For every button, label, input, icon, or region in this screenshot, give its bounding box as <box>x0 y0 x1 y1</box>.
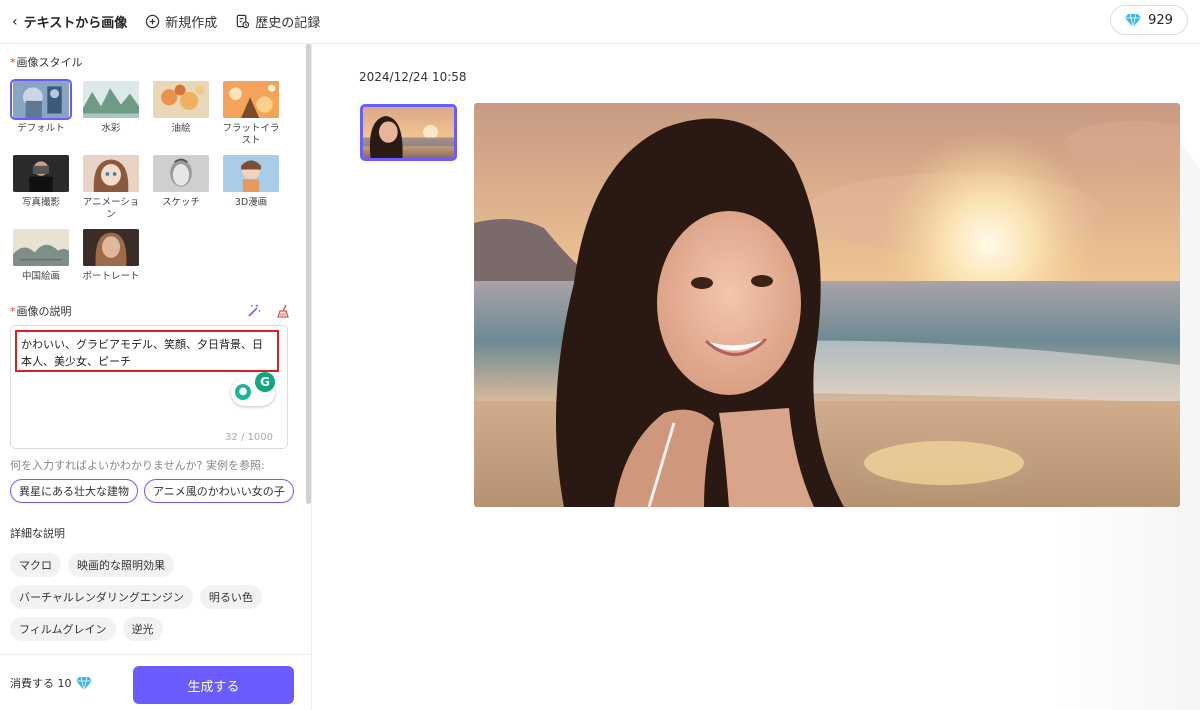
style-name: スケッチ <box>161 197 200 208</box>
detail-section-label: 詳細な説明 <box>10 527 65 540</box>
style-thumb-portrait-image <box>83 229 139 266</box>
style-name: 水彩 <box>101 123 121 134</box>
style-thumb <box>80 79 142 120</box>
style-thumb <box>150 79 212 120</box>
example-chip[interactable]: アニメ風のかわいい女の子 <box>144 479 294 503</box>
thumbnail-image <box>363 107 454 158</box>
history-button[interactable]: 歴史の記録 <box>235 12 320 31</box>
style-thumb-watercolor-image <box>83 81 139 118</box>
diamond-icon <box>1125 13 1142 27</box>
result-image[interactable] <box>474 103 1180 507</box>
result-area: 2024/12/24 10:58 <box>312 44 1200 710</box>
broom-icon[interactable] <box>276 303 292 319</box>
detail-tag[interactable]: マクロ <box>10 553 61 577</box>
grammarly-icon: G <box>255 372 275 392</box>
example-hint: 何を入力すればよいかわかりませんか? 実例を参照: <box>10 459 265 472</box>
top-bar: ‹ テキストから画像 新規作成 歴史の記録 929 <box>0 0 1200 44</box>
detail-tag[interactable]: フィルムグレイン <box>10 617 116 641</box>
history-label: 歴史の記録 <box>255 16 321 31</box>
detail-tag-list: マクロ 映画的な照明効果 バーチャルレンダリングエンジン 明るい色 フィルムグレ… <box>10 553 295 641</box>
style-option-default[interactable]: デフォルト <box>10 79 72 147</box>
diamond-icon <box>75 676 92 690</box>
style-thumb <box>220 79 282 120</box>
style-thumb-anime-image <box>83 155 139 192</box>
style-thumb-flat-image <box>223 81 279 118</box>
style-thumb-photo-image <box>13 155 69 192</box>
cost-info: 消費する 10 <box>10 675 92 691</box>
style-thumb-default-image <box>13 81 69 118</box>
new-create-label: 新規作成 <box>165 16 218 31</box>
style-thumb <box>80 227 142 268</box>
lightbulb-icon: ● <box>235 384 251 400</box>
style-name: デフォルト <box>17 123 65 134</box>
style-grid: デフォルト 水彩 油絵 フラットイラスト 写真撮影 アニメーション スケッチ 3… <box>10 79 296 295</box>
chevron-left-icon: ‹ <box>12 13 18 30</box>
style-thumb-3d-image <box>223 155 279 192</box>
detail-tag[interactable]: バーチャルレンダリングエンジン <box>10 585 193 609</box>
required-mark: * <box>10 304 16 318</box>
description-header: * 画像の説明 <box>10 303 296 319</box>
style-thumb <box>10 79 72 120</box>
style-option-3d[interactable]: 3D漫画 <box>220 153 282 221</box>
settings-scroll-area[interactable]: * 画像スタイル デフォルト 水彩 油絵 フラットイラスト 写真撮影 アニメーシ… <box>0 44 306 654</box>
result-thumbnail[interactable] <box>360 104 457 161</box>
cost-label: 消費する 10 <box>10 676 72 690</box>
history-doc-icon <box>236 14 250 29</box>
settings-panel: * 画像スタイル デフォルト 水彩 油絵 フラットイラスト 写真撮影 アニメーシ… <box>0 44 312 710</box>
credits-badge[interactable]: 929 <box>1110 5 1188 35</box>
description-textarea[interactable]: かわいい、グラビアモデル、笑顔、夕日背景、日本人、美少女、ピーチ ● G 32 … <box>10 325 288 449</box>
style-name: アニメーション <box>82 197 140 220</box>
style-option-watercolor[interactable]: 水彩 <box>80 79 142 147</box>
style-name: 3D漫画 <box>234 197 268 208</box>
result-timestamp: 2024/12/24 10:58 <box>359 70 467 84</box>
grammarly-widget[interactable]: ● G <box>231 372 275 406</box>
panel-scrollbar[interactable] <box>306 44 311 504</box>
description-tools <box>246 303 292 319</box>
style-option-anime[interactable]: アニメーション <box>80 153 142 221</box>
style-option-flat[interactable]: フラットイラスト <box>220 79 282 147</box>
style-option-photo[interactable]: 写真撮影 <box>10 153 72 221</box>
style-name: ポートレート <box>82 271 140 282</box>
generated-image <box>474 103 1180 507</box>
prompt-text[interactable]: かわいい、グラビアモデル、笑顔、夕日背景、日本人、美少女、ピーチ <box>15 330 279 372</box>
style-name: フラットイラスト <box>222 123 280 146</box>
style-thumb <box>10 153 72 194</box>
generate-footer: 消費する 10 生成する <box>0 654 311 710</box>
style-thumb <box>10 227 72 268</box>
detail-tag[interactable]: 逆光 <box>122 617 163 641</box>
plus-circle-icon <box>146 14 160 29</box>
example-list: 異星にある壮大な建物 アニメ風のかわいい女の子 <box>10 479 296 503</box>
style-option-sketch[interactable]: スケッチ <box>150 153 212 221</box>
style-thumb-oil-image <box>153 81 209 118</box>
detail-tag[interactable]: 映画的な照明効果 <box>68 553 174 577</box>
style-name: 中国絵画 <box>21 271 60 282</box>
style-thumb-chinese-image <box>13 229 69 266</box>
magic-wand-icon[interactable] <box>246 303 262 319</box>
page-title: テキストから画像 <box>23 16 128 31</box>
style-name: 油絵 <box>171 123 191 134</box>
example-chip[interactable]: 異星にある壮大な建物 <box>10 479 138 503</box>
credits-count: 929 <box>1148 12 1173 28</box>
new-create-button[interactable]: 新規作成 <box>145 12 217 31</box>
back-button[interactable]: ‹ テキストから画像 <box>12 12 128 32</box>
required-mark: * <box>10 55 16 69</box>
description-label: * 画像の説明 <box>10 303 72 319</box>
style-thumb <box>80 153 142 194</box>
generate-button[interactable]: 生成する <box>133 666 294 704</box>
style-thumb-sketch-image <box>153 155 209 192</box>
style-thumb <box>220 153 282 194</box>
detail-tag[interactable]: 明るい色 <box>199 585 262 609</box>
description-label-text: 画像の説明 <box>16 305 72 318</box>
style-section-label: * 画像スタイル <box>10 54 296 70</box>
style-thumb <box>150 153 212 194</box>
style-option-chinese[interactable]: 中国絵画 <box>10 227 72 295</box>
style-option-oil[interactable]: 油絵 <box>150 79 212 147</box>
char-counter: 32 / 1000 <box>225 432 273 443</box>
style-option-portrait[interactable]: ポートレート <box>80 227 142 295</box>
style-name: 写真撮影 <box>21 197 60 208</box>
style-label-text: 画像スタイル <box>16 56 83 69</box>
